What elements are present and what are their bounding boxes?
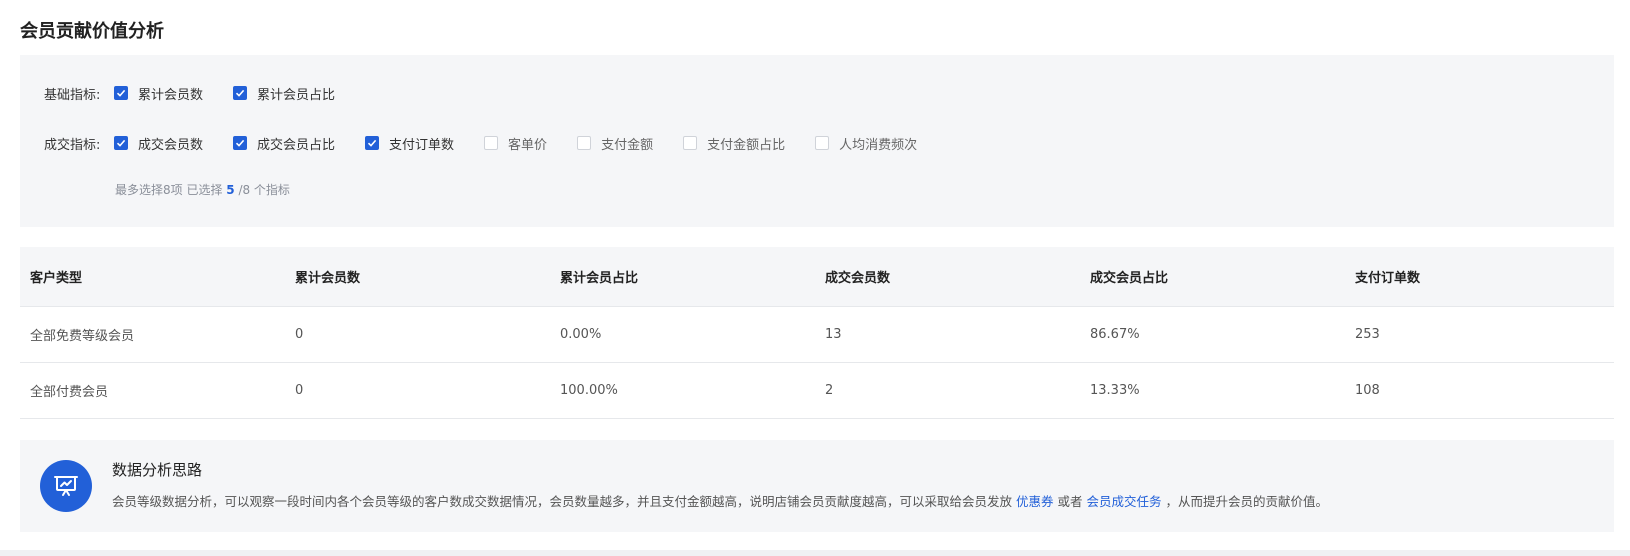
option-label: 人均消费频次 bbox=[839, 137, 918, 153]
basic-indicator-label: 基础指标: bbox=[44, 87, 101, 103]
tips-text-before: 会员等级数据分析，可以观察一段时间内各个会员等级的客户数成交数据情况，会员数量越… bbox=[112, 494, 1016, 509]
table-header: 客户类型 累计会员数 累计会员占比 成交会员数 成交会员占比 支付订单数 bbox=[20, 247, 1614, 307]
deal-indicator-row: 成交指标: 成交会员数 成交会员占比 支付订单数 客单价 支付金额 支付金额占比… bbox=[44, 133, 947, 153]
selection-hint: 最多选择8项 已选择 5 /8 个指标 bbox=[115, 181, 290, 198]
analysis-tips-text: 会员等级数据分析，可以观察一段时间内各个会员等级的客户数成交数据情况，会员数量越… bbox=[112, 491, 1328, 510]
table-cell: 253 bbox=[1355, 327, 1380, 342]
option-label: 成交会员占比 bbox=[257, 137, 336, 153]
tips-text-after: ，从而提升会员的贡献价值。 bbox=[1161, 494, 1328, 509]
table-row: 全部免费等级会员 0 0.00% 13 86.67% 253 bbox=[20, 307, 1614, 363]
header-deal-members: 成交会员数 bbox=[825, 271, 891, 286]
option-label: 成交会员数 bbox=[138, 137, 204, 153]
table-row: 全部付费会员 0 100.00% 2 13.33% 108 bbox=[20, 363, 1614, 419]
checkbox-deal-member-ratio[interactable]: 成交会员占比 bbox=[233, 134, 335, 153]
header-cumulative-member-ratio: 累计会员占比 bbox=[560, 271, 639, 286]
table-cell: 全部免费等级会员 bbox=[30, 329, 135, 344]
header-cumulative-members: 累计会员数 bbox=[295, 271, 361, 286]
table-cell: 0 bbox=[295, 383, 304, 398]
checkbox-paid-amount[interactable]: 支付金额 bbox=[577, 134, 653, 153]
hint-suffix: /8 个指标 bbox=[234, 183, 290, 197]
indicator-filter-panel: 基础指标: 累计会员数 累计会员占比 成交指标: 成交会员数 成交会员占比 支付… bbox=[20, 55, 1614, 227]
presentation-chart-icon bbox=[40, 460, 92, 512]
table-cell: 全部付费会员 bbox=[30, 385, 109, 400]
option-label: 支付金额占比 bbox=[707, 137, 786, 153]
member-contribution-table: 客户类型 累计会员数 累计会员占比 成交会员数 成交会员占比 支付订单数 全部免… bbox=[20, 247, 1614, 419]
analysis-tips-title: 数据分析思路 bbox=[112, 461, 203, 479]
checkbox-unchecked-icon[interactable] bbox=[484, 136, 499, 150]
checkbox-cumulative-member-ratio[interactable]: 累计会员占比 bbox=[233, 84, 335, 103]
checkbox-checked-icon[interactable] bbox=[365, 136, 380, 150]
table-cell: 13.33% bbox=[1090, 383, 1140, 398]
bottom-divider bbox=[0, 550, 1630, 556]
table-cell: 13 bbox=[825, 327, 842, 342]
option-label: 累计会员数 bbox=[138, 87, 204, 103]
analysis-tips-panel: 数据分析思路 会员等级数据分析，可以观察一段时间内各个会员等级的客户数成交数据情… bbox=[20, 440, 1614, 532]
hint-prefix: 最多选择8项 已选择 bbox=[115, 183, 227, 197]
checkbox-unchecked-icon[interactable] bbox=[683, 136, 698, 150]
table-cell: 108 bbox=[1355, 383, 1380, 398]
header-deal-member-ratio: 成交会员占比 bbox=[1090, 271, 1169, 286]
option-label: 支付金额 bbox=[601, 137, 654, 153]
option-label: 客单价 bbox=[508, 137, 548, 153]
checkbox-cumulative-members[interactable]: 累计会员数 bbox=[114, 84, 203, 103]
checkbox-checked-icon[interactable] bbox=[233, 136, 248, 150]
table-cell: 2 bbox=[825, 383, 834, 398]
table-cell: 86.67% bbox=[1090, 327, 1140, 342]
checkbox-checked-icon[interactable] bbox=[233, 86, 248, 100]
checkbox-paid-orders[interactable]: 支付订单数 bbox=[365, 134, 454, 153]
tips-text-middle: 或者 bbox=[1053, 494, 1087, 509]
coupon-link[interactable]: 优惠券 bbox=[1016, 494, 1054, 509]
table-cell: 0.00% bbox=[560, 327, 602, 342]
deal-indicator-label: 成交指标: bbox=[44, 137, 101, 153]
header-customer-type: 客户类型 bbox=[30, 271, 83, 286]
checkbox-unchecked-icon[interactable] bbox=[577, 136, 592, 150]
checkbox-paid-amount-ratio[interactable]: 支付金额占比 bbox=[683, 134, 785, 153]
option-label: 累计会员占比 bbox=[257, 87, 336, 103]
checkbox-avg-order-value[interactable]: 客单价 bbox=[484, 134, 547, 153]
member-deal-task-link[interactable]: 会员成交任务 bbox=[1086, 494, 1161, 509]
table-cell: 100.00% bbox=[560, 383, 618, 398]
header-paid-orders: 支付订单数 bbox=[1355, 271, 1421, 286]
table-cell: 0 bbox=[295, 327, 304, 342]
checkbox-checked-icon[interactable] bbox=[114, 86, 128, 100]
checkbox-unchecked-icon[interactable] bbox=[815, 136, 830, 150]
option-label: 支付订单数 bbox=[389, 137, 455, 153]
checkbox-avg-purchase-frequency[interactable]: 人均消费频次 bbox=[815, 134, 917, 153]
checkbox-deal-members[interactable]: 成交会员数 bbox=[114, 134, 203, 153]
hint-count: 5 bbox=[226, 183, 235, 197]
checkbox-checked-icon[interactable] bbox=[114, 136, 128, 150]
basic-indicator-row: 基础指标: 累计会员数 累计会员占比 bbox=[44, 83, 365, 103]
page-title: 会员贡献价值分析 bbox=[20, 21, 164, 42]
